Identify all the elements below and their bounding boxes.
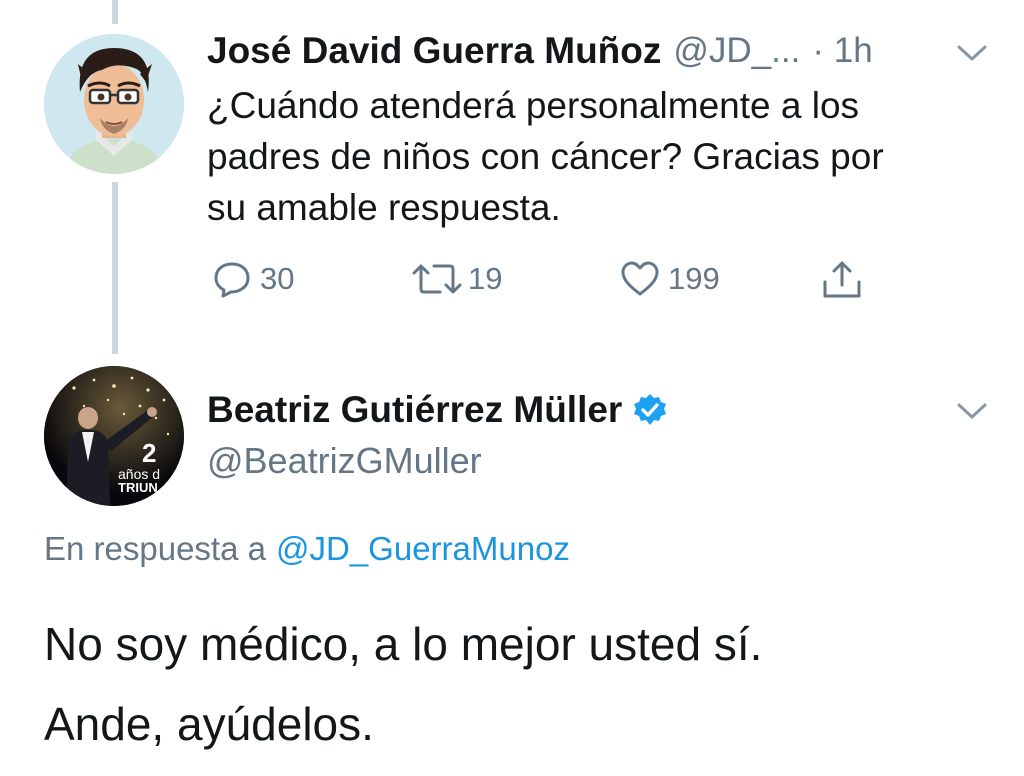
tweet-timestamp[interactable]: · 1h	[812, 31, 872, 71]
reply-count: 30	[260, 261, 295, 296]
like-button[interactable]: 199	[620, 257, 720, 301]
like-count: 199	[668, 261, 720, 296]
tweet-text-line: No soy médico, a lo mejor usted sí.	[44, 618, 763, 670]
in-reply-to-handle-link[interactable]: @JD_GuerraMunoz	[276, 530, 570, 568]
in-reply-to-label: En respuesta a	[44, 530, 266, 567]
tweet-text: ¿Cuándo atenderá personalmente a los pad…	[207, 80, 884, 233]
thread-line-top	[112, 0, 118, 24]
retweet-count: 19	[468, 261, 503, 296]
thread-line-connector	[112, 182, 118, 354]
tweet-text-line: padres de niños con cáncer? Gracias por	[207, 136, 884, 177]
avatar-badge-line2: TRIUN	[118, 480, 158, 495]
tweet-text-line: su amable respuesta.	[207, 187, 561, 228]
chevron-down-icon[interactable]	[954, 40, 990, 66]
share-icon[interactable]	[820, 258, 864, 302]
avatar-badge-number: 2	[142, 438, 157, 468]
retweet-button[interactable]: 19	[410, 257, 502, 301]
tweet-text-line: ¿Cuándo atenderá personalmente a los	[207, 85, 860, 126]
chevron-down-icon[interactable]	[954, 398, 990, 424]
retweet-icon	[410, 259, 464, 299]
tweet-header: Beatriz Gutiérrez Müller	[207, 386, 668, 434]
like-icon	[620, 259, 660, 299]
verified-badge-icon	[632, 392, 668, 428]
tweet-text: No soy médico, a lo mejor usted sí. Ande…	[44, 604, 762, 764]
tweet-header: José David Guerra Muñoz @JD_... · 1h	[207, 28, 873, 74]
author-handle[interactable]: @BeatrizGMuller	[207, 440, 482, 482]
tweet-text-line: Ande, ayúdelos.	[44, 698, 374, 750]
in-reply-to: En respuesta a @JD_GuerraMunoz	[44, 530, 570, 568]
author-avatar[interactable]	[44, 34, 184, 174]
author-name[interactable]: Beatriz Gutiérrez Müller	[207, 389, 622, 431]
author-handle[interactable]: @JD_...	[673, 31, 800, 71]
author-name[interactable]: José David Guerra Muñoz	[207, 30, 661, 72]
author-avatar[interactable]: 2 años d TRIUN	[44, 366, 184, 506]
reply-icon	[212, 259, 252, 299]
reply-button[interactable]: 30	[212, 257, 294, 301]
